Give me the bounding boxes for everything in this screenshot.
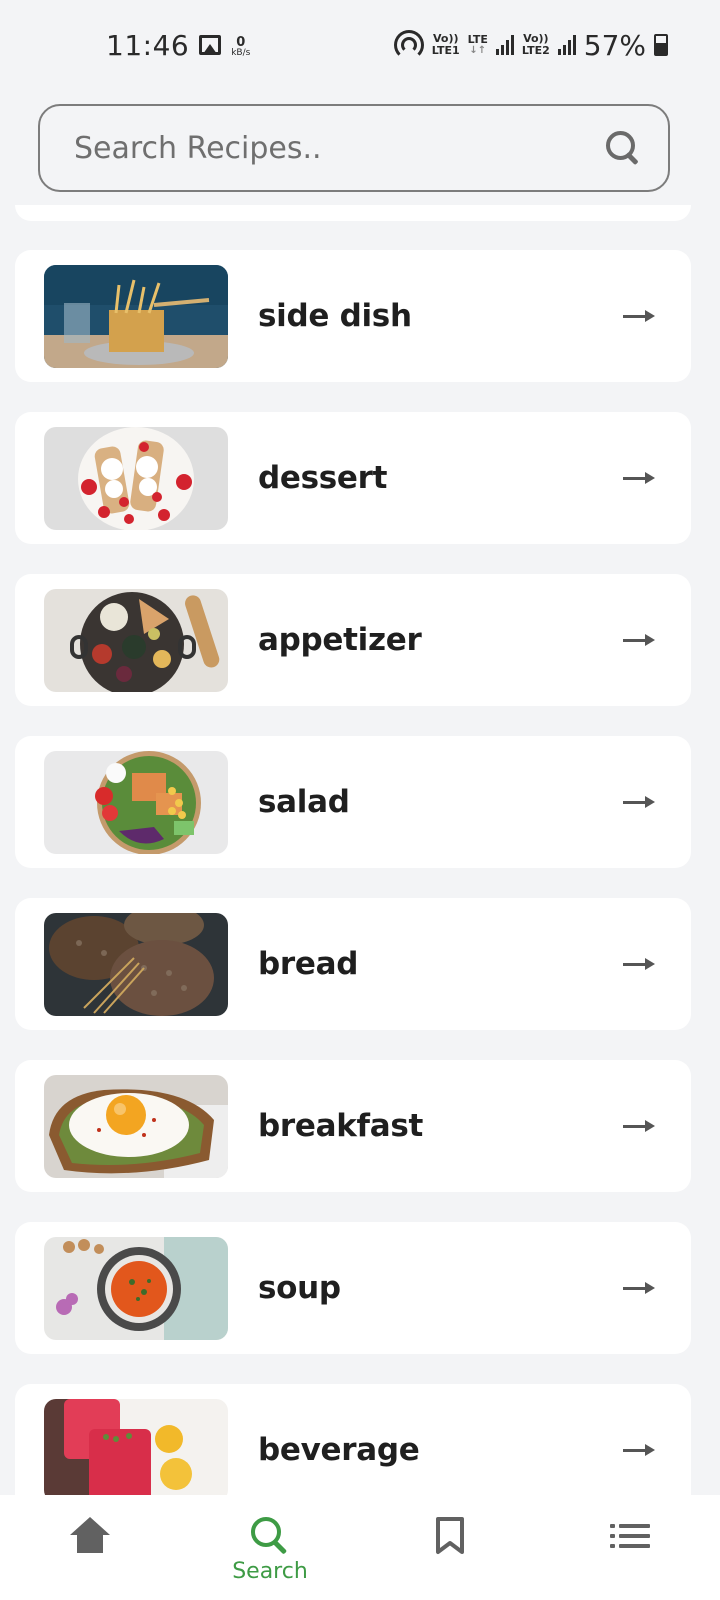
status-time: 11:46 <box>106 28 190 62</box>
search-input[interactable] <box>74 130 554 166</box>
nav-bookmarks[interactable] <box>370 1495 530 1600</box>
status-left: 11:46 0 kB/s <box>106 29 250 62</box>
breakfast-image <box>44 1074 228 1178</box>
search-icon[interactable] <box>606 131 640 165</box>
hotspot-icon <box>393 30 424 60</box>
search-icon[interactable] <box>251 1517 289 1555</box>
dessert-image <box>44 426 228 530</box>
list-icon[interactable] <box>610 1524 650 1548</box>
soup-image <box>44 1236 228 1340</box>
beverage-image <box>44 1398 228 1495</box>
category-card-soup[interactable]: soup <box>15 1222 691 1354</box>
bookmark-icon[interactable] <box>435 1517 465 1555</box>
data-arrows-icon: ↓↑ <box>469 44 487 56</box>
bread-image <box>44 912 228 1016</box>
lte-tag: LTE ↓↑ <box>468 34 488 56</box>
image-icon <box>199 35 222 55</box>
arrow-right-icon[interactable] <box>623 795 655 809</box>
volte-2-bottom: LTE2 <box>521 44 550 57</box>
battery-percent: 57% <box>583 28 646 62</box>
volte-1-bottom: LTE1 <box>431 44 460 57</box>
network-speed: 0 kB/s <box>231 36 250 58</box>
category-card-salad[interactable]: salad <box>15 736 691 868</box>
arrow-right-icon[interactable] <box>623 633 655 647</box>
category-label: soup <box>258 1270 341 1306</box>
arrow-right-icon[interactable] <box>623 471 655 485</box>
signal-1-icon <box>495 35 514 55</box>
category-label: beverage <box>258 1432 420 1468</box>
home-icon[interactable] <box>70 1517 110 1555</box>
arrow-right-icon[interactable] <box>623 1119 655 1133</box>
nav-search[interactable]: Search <box>190 1495 350 1600</box>
appetizer-image <box>44 588 228 692</box>
status-right: Vo)) LTE1 LTE ↓↑ Vo)) LTE2 57% <box>393 28 668 62</box>
status-bar: 11:46 0 kB/s Vo)) LTE1 LTE ↓↑ Vo)) LTE2 … <box>0 0 720 90</box>
category-list[interactable]: side dish dessert appetizer salad bread … <box>0 205 720 1495</box>
category-label: bread <box>258 946 359 982</box>
category-card-side-dish[interactable]: side dish <box>15 250 691 382</box>
category-label: side dish <box>258 298 412 334</box>
nav-search-label[interactable]: Search <box>232 1559 308 1584</box>
side-dish-image <box>44 264 228 368</box>
bottom-navigation: Search <box>0 1495 720 1600</box>
network-speed-unit: kB/s <box>231 48 251 58</box>
list-item-partial[interactable] <box>15 205 691 221</box>
category-label: salad <box>258 784 350 820</box>
salad-image <box>44 750 228 854</box>
signal-2-icon <box>557 35 576 55</box>
volte-2-tag: Vo)) LTE2 <box>522 33 550 56</box>
nav-list[interactable] <box>550 1495 710 1600</box>
category-card-beverage[interactable]: beverage <box>15 1384 691 1495</box>
arrow-right-icon[interactable] <box>623 957 655 971</box>
nav-home[interactable] <box>10 1495 170 1600</box>
battery-icon <box>654 34 668 56</box>
category-card-appetizer[interactable]: appetizer <box>15 574 691 706</box>
arrow-right-icon[interactable] <box>623 1281 655 1295</box>
category-label: appetizer <box>258 622 422 658</box>
arrow-right-icon[interactable] <box>623 1443 655 1457</box>
category-label: breakfast <box>258 1108 424 1144</box>
category-card-bread[interactable]: bread <box>15 898 691 1030</box>
arrow-right-icon[interactable] <box>623 309 655 323</box>
category-card-dessert[interactable]: dessert <box>15 412 691 544</box>
category-label: dessert <box>258 460 388 496</box>
volte-1-tag: Vo)) LTE1 <box>432 33 460 56</box>
search-bar[interactable] <box>38 104 670 192</box>
lte-label: LTE <box>467 32 488 46</box>
category-card-breakfast[interactable]: breakfast <box>15 1060 691 1192</box>
